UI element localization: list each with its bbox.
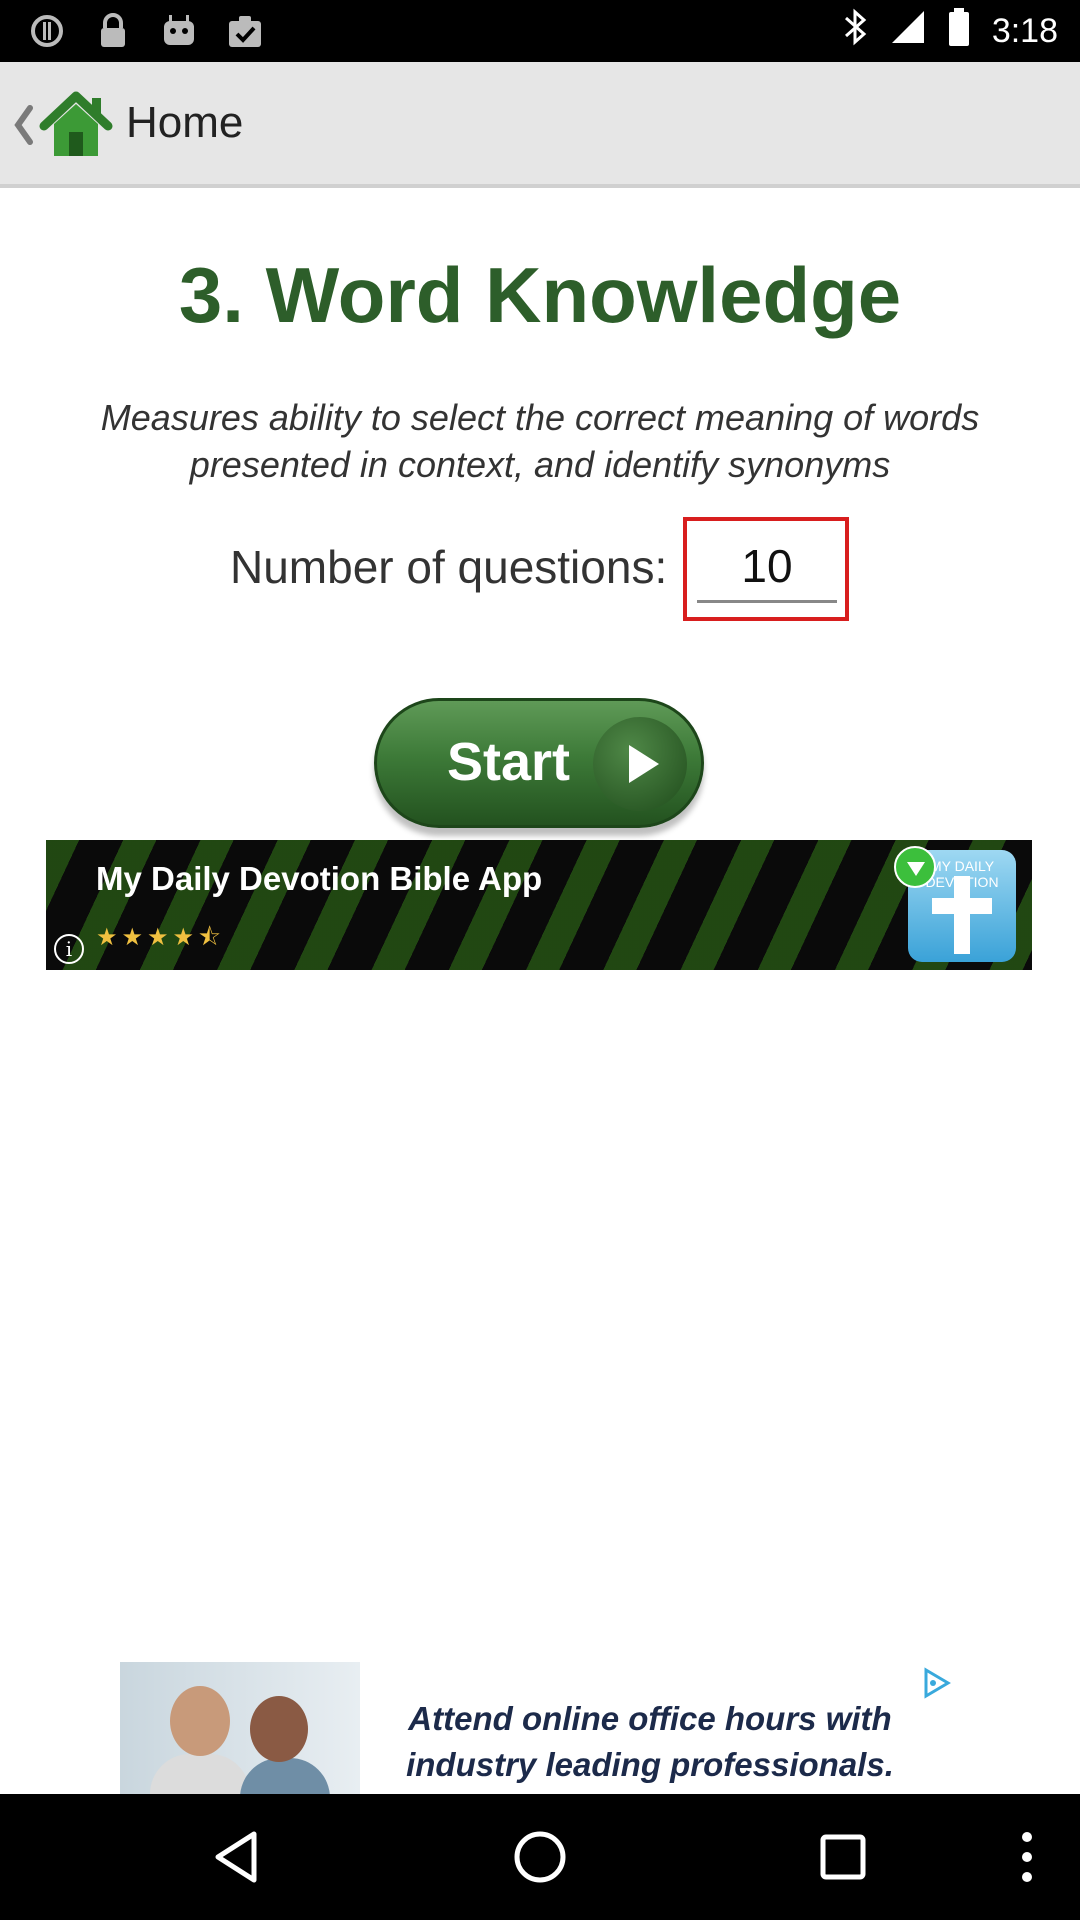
lock-icon [94,12,132,50]
bluetooth-icon [842,8,868,55]
status-bar: 3:18 [0,0,1080,62]
questions-label: Number of questions: [230,541,668,593]
clipboard-check-icon [226,12,264,50]
ad-banner-bible-app[interactable]: My Daily Devotion Bible App ★★★★⯪ i MY D… [46,840,1032,970]
ad-text-line1: Attend online office hours with [408,1700,892,1737]
clock: 3:18 [991,12,1058,50]
test-description: Measures ability to select the correct m… [100,397,980,485]
info-icon[interactable]: i [54,934,84,964]
alert-circle-icon [28,12,66,50]
start-button-label: Start [447,732,571,792]
overflow-dots-icon[interactable] [1004,1824,1050,1890]
app-bar: Home [0,62,1080,188]
questions-field-highlight [683,517,849,621]
battery-icon [948,8,970,55]
chevron-left-icon[interactable] [8,100,38,150]
ad-banner-office-hours[interactable]: Attend online office hours with industry… [120,1662,960,1794]
house-icon[interactable] [38,90,114,160]
download-icon [894,846,936,888]
home-circle-icon[interactable] [507,1824,573,1890]
signal-icon [890,9,926,54]
app-bar-title[interactable]: Home [126,98,243,148]
ad-photo [120,1662,360,1794]
ad-text-line2: industry leading professionals. [406,1746,894,1783]
ad-title: My Daily Devotion Bible App [96,860,543,897]
back-triangle-icon[interactable] [204,1824,270,1890]
start-button[interactable]: Start [374,698,704,828]
page-title: 3. Word Knowledge [178,251,902,339]
ad-rating-stars: ★★★★⯪ [96,924,225,951]
questions-count-input[interactable] [697,531,837,603]
adchoices-icon[interactable] [920,1666,954,1700]
play-icon [593,717,687,811]
system-nav-bar [0,1794,1080,1920]
recents-square-icon[interactable] [810,1824,876,1890]
android-icon [160,12,198,50]
